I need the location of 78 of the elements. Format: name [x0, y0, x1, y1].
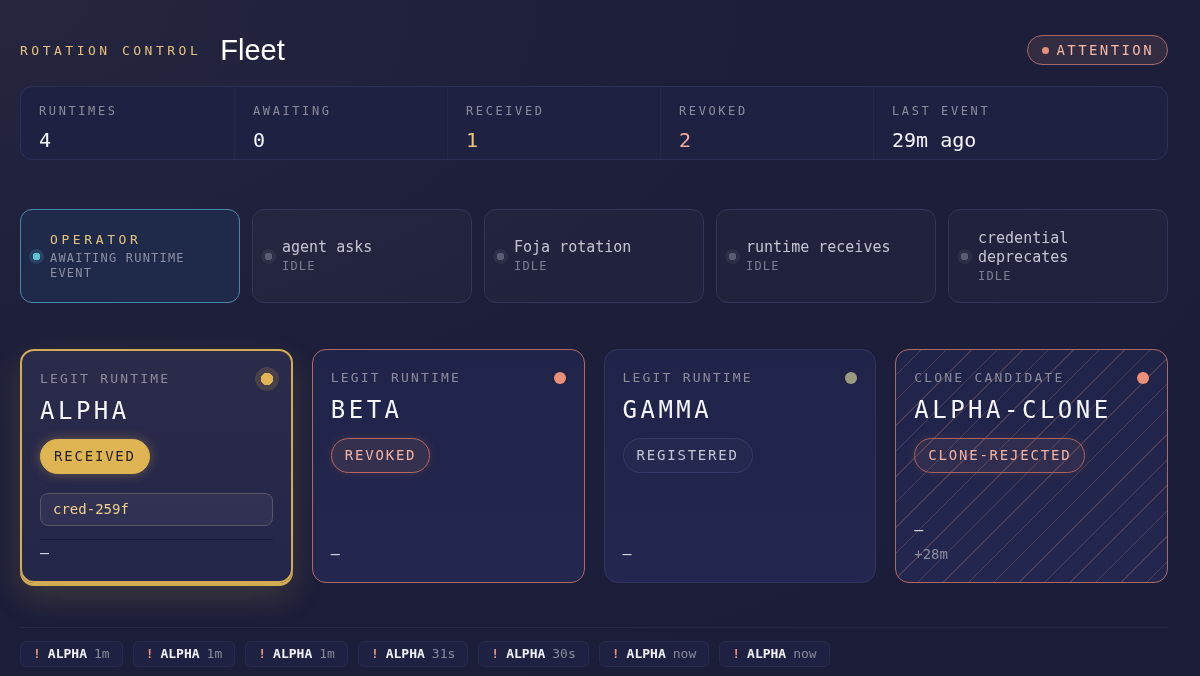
footer-text: – [330, 545, 340, 564]
event-time: now [793, 645, 817, 664]
step-title: runtime receives [746, 238, 891, 257]
step-status: IDLE [282, 259, 317, 274]
status-pill: RECEIVED [40, 439, 150, 474]
event-chip[interactable]: ! ALPHA 1m [20, 641, 123, 667]
runtime-role: CLONE CANDIDATE [914, 369, 1065, 387]
status-pill: REGISTERED [622, 438, 753, 473]
event-time: now [672, 645, 697, 664]
event-chip[interactable]: ! ALPHA 30s [478, 641, 589, 667]
stat-value: 0 [253, 127, 266, 153]
stat-value: 4 [39, 127, 52, 153]
footer-text: +28m [914, 545, 948, 564]
alert-mark: ! [611, 645, 620, 664]
runtime-card[interactable]: LEGIT RUNTIME ALPHA RECEIVED cred-259f – [20, 349, 293, 583]
alert-mark: ! [491, 645, 500, 664]
stat-value: 29m ago [892, 127, 977, 153]
stat-value: 2 [679, 127, 692, 153]
stat-label: AWAITING [253, 103, 332, 119]
runtime-name: GAMMA [622, 395, 713, 425]
status-pill: CLONE-REJECTED [914, 438, 1086, 473]
stat-label: REVOKED [679, 103, 748, 119]
step-dot-icon [493, 248, 508, 264]
event-runtime: ALPHA [626, 645, 666, 664]
status-pill: REVOKED [330, 438, 431, 473]
event-time: 1m [319, 645, 335, 664]
step-status: IDLE [514, 259, 549, 274]
step-status: IDLE [978, 268, 1013, 284]
alert-mark: ! [33, 645, 41, 664]
alert-mark: ! [258, 645, 267, 664]
eyebrow-label: ROTATION CONTROL [20, 43, 202, 57]
step-dot-icon [29, 248, 44, 264]
runtime-role: LEGIT RUNTIME [330, 369, 462, 387]
runtime-name: ALPHA-CLONE [914, 395, 1112, 425]
step-title: Foja rotation [514, 238, 632, 257]
event-runtime: ALPHA [273, 645, 313, 664]
footer-text: – [622, 545, 632, 564]
event-runtime: ALPHA [160, 645, 200, 664]
event-time: 30s [552, 645, 576, 664]
event-chip[interactable]: ! ALPHA 31s [357, 641, 469, 667]
runtime-card[interactable]: LEGIT RUNTIME GAMMA REGISTERED – [603, 349, 877, 583]
stat-label: RECEIVED [466, 103, 545, 119]
step-dot-icon [957, 248, 972, 264]
event-chip[interactable]: ! ALPHA now [598, 641, 710, 667]
runtime-card[interactable]: LEGIT RUNTIME BETA REVOKED – [311, 349, 585, 583]
event-runtime: ALPHA [506, 645, 546, 664]
stat-value: 1 [466, 127, 479, 153]
event-runtime: ALPHA [385, 645, 425, 664]
event-time: 31s [431, 645, 456, 664]
step-status: IDLE [746, 259, 781, 274]
credential-chip: cred-259f [40, 493, 273, 526]
runtime-role: LEGIT RUNTIME [622, 369, 753, 387]
alert-mark: ! [370, 645, 379, 664]
stat-label: RUNTIMES [39, 103, 118, 119]
event-time: 1m [93, 645, 110, 664]
page-title: Fleet [220, 35, 285, 65]
runtime-name: ALPHA [40, 396, 130, 426]
runtime-name: BETA [330, 395, 403, 425]
stat-label: LAST EVENT [892, 103, 991, 119]
runtime-role: LEGIT RUNTIME [40, 370, 171, 388]
runtime-card[interactable]: CLONE CANDIDATE ALPHA-CLONE CLONE-REJECTED – +28m [895, 349, 1168, 583]
event-chip[interactable]: ! ALPHA now [719, 641, 830, 667]
event-chip[interactable]: ! ALPHA 1m [245, 641, 348, 667]
step-title: credential deprecates [978, 228, 1070, 267]
alert-mark: ! [732, 645, 741, 664]
step-dot-icon [725, 248, 740, 264]
event-time: 1m [206, 645, 223, 664]
event-runtime: ALPHA [747, 645, 787, 664]
attention-label: ATTENTION [1056, 40, 1154, 60]
footer-text: – [914, 521, 924, 540]
step-status: AWAITING RUNTIME EVENT [50, 251, 186, 281]
step-dot-icon [261, 248, 276, 264]
event-runtime: ALPHA [47, 645, 87, 664]
alert-mark: ! [145, 645, 154, 664]
event-chip[interactable]: ! ALPHA 1m [132, 641, 236, 667]
step-title: agent asks [282, 238, 373, 257]
footer-text: – [40, 544, 50, 563]
step-title: OPERATOR [50, 231, 143, 249]
